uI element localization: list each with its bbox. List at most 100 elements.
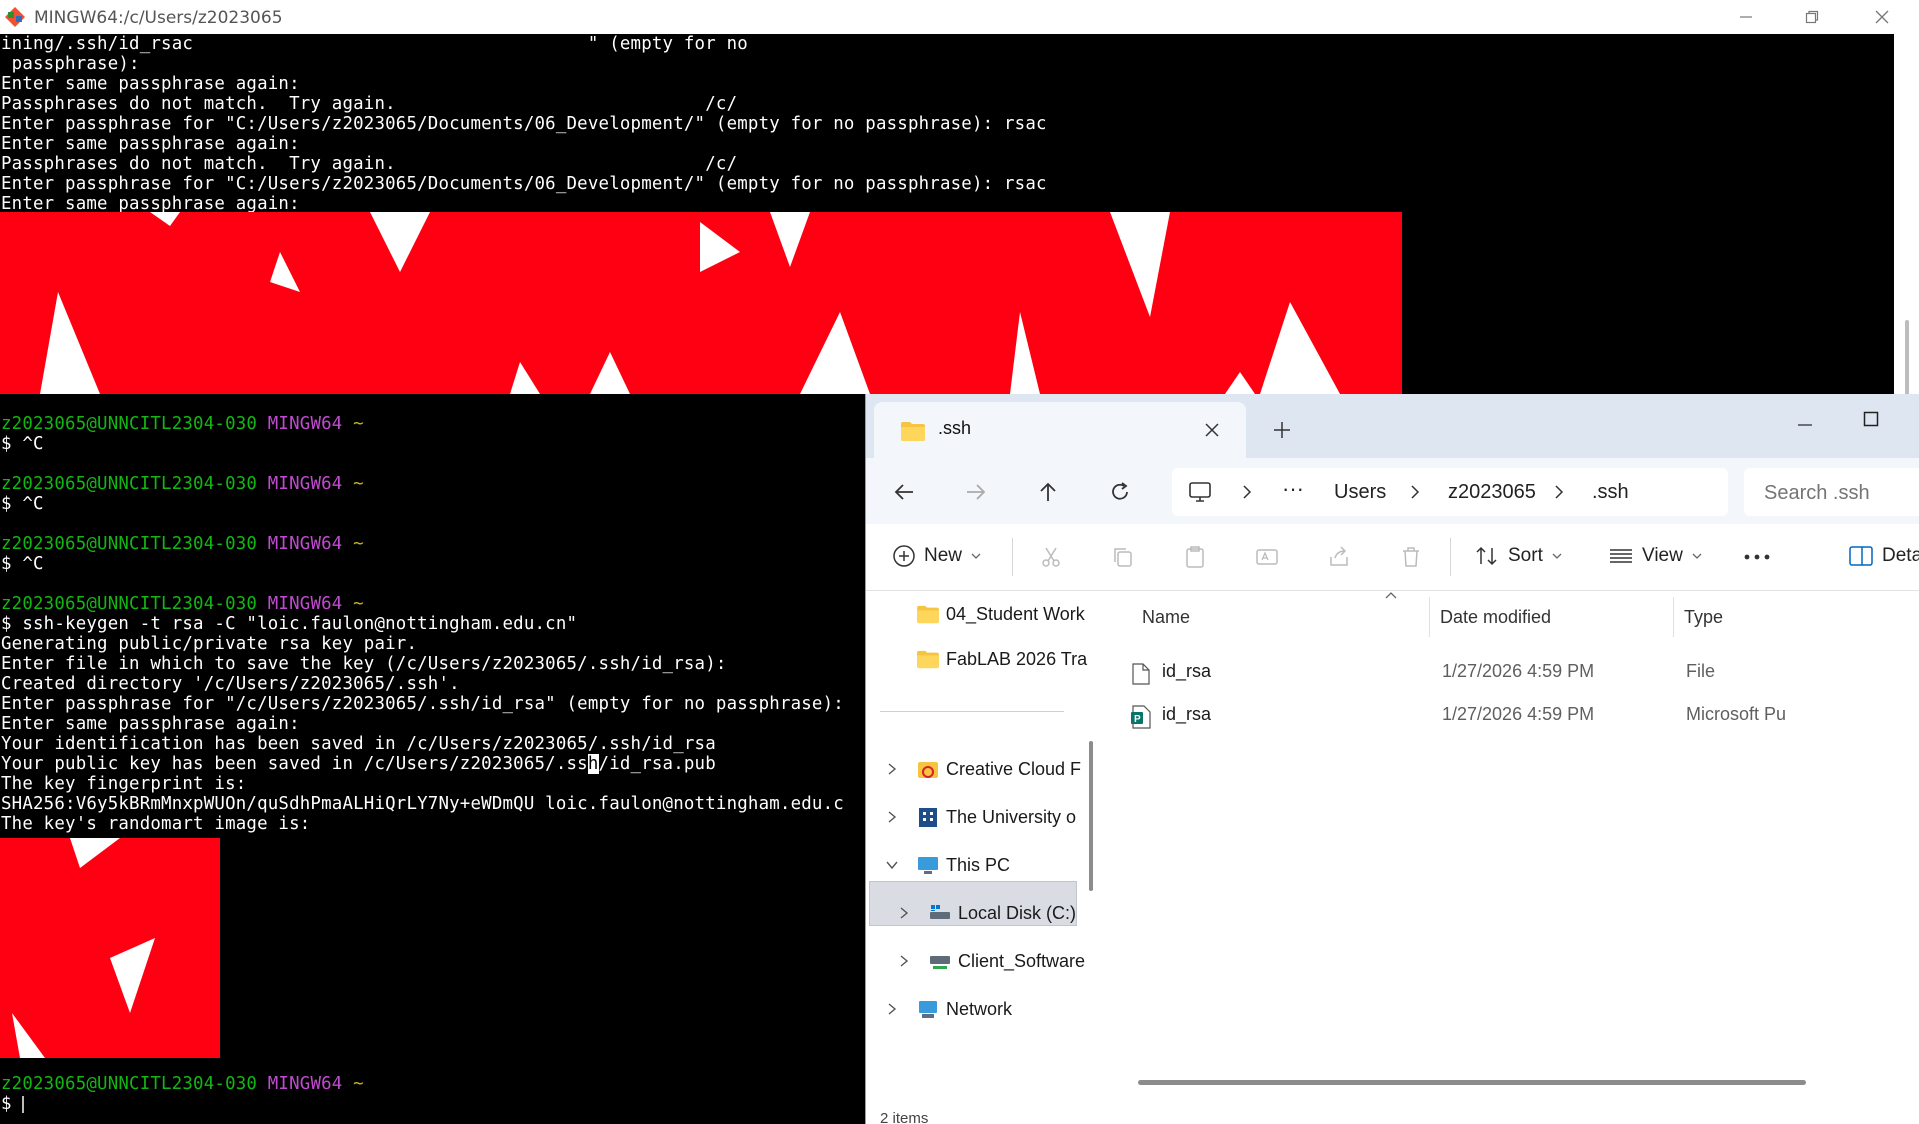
expand-chevron[interactable] (882, 807, 902, 827)
sort-button[interactable]: Sort (1474, 538, 1563, 574)
chevron-right-icon (1411, 485, 1420, 499)
share-icon (1330, 546, 1348, 566)
toolbar-divider (1012, 538, 1013, 576)
arrow-left-icon (894, 484, 913, 500)
paste-button[interactable] (1178, 540, 1212, 574)
terminal-line: Enter same passphrase again: (1, 194, 300, 214)
cut-button[interactable] (1034, 540, 1068, 574)
nav-pane-scrollbar[interactable] (1086, 591, 1096, 1124)
terminal-line: $ ^C (1, 494, 44, 514)
chevron-down-icon (971, 553, 981, 559)
explorer-minimize-icon[interactable] (1796, 416, 1814, 434)
collapse-chevron[interactable] (882, 855, 902, 875)
tab-ssh[interactable]: .ssh (874, 402, 1246, 458)
column-header-type[interactable]: Type (1684, 607, 1723, 628)
breadcrumb-ssh[interactable]: .ssh (1592, 481, 1629, 504)
explorer-maximize-icon[interactable] (1862, 410, 1880, 428)
search-box[interactable] (1744, 468, 1919, 516)
search-input[interactable] (1762, 479, 1916, 507)
nav-item-fablab[interactable]: FabLAB 2026 Tra (916, 639, 1087, 679)
close-button[interactable] (1862, 4, 1902, 30)
close-tab-icon[interactable] (1204, 422, 1220, 438)
scrollbar-thumb[interactable] (1089, 741, 1093, 891)
file-row[interactable]: id_rsa 1/27/2026 4:59 PM File (1104, 651, 1919, 693)
column-header-name[interactable]: Name (1142, 607, 1190, 628)
sort-ascending-icon (1385, 592, 1397, 599)
local-disk-label: Local Disk (C:) (928, 893, 1076, 933)
text-cursor: h (587, 754, 599, 774)
nav-item-network[interactable]: Network (916, 989, 1012, 1029)
navigation-pane: 04_Student Work FabLAB 2026 Tra Creative… (866, 591, 1087, 1124)
delete-button[interactable] (1394, 540, 1428, 574)
terminal-line: Enter passphrase for "C:/Users/z2023065/… (1, 114, 1047, 134)
column-divider[interactable] (1673, 597, 1674, 637)
plus-circle-icon (893, 545, 915, 567)
file-name: id_rsa (1162, 661, 1212, 681)
refresh-icon (1112, 482, 1128, 500)
back-button[interactable] (886, 474, 922, 510)
terminal-line: $ ^C (1, 434, 44, 454)
view-button[interactable]: View (1608, 538, 1703, 574)
details-button[interactable]: Deta (1848, 538, 1919, 574)
expand-chevron[interactable] (882, 759, 902, 779)
folder-icon (917, 650, 939, 669)
file-row[interactable]: P id_rsa 1/27/2026 4:59 PM Microsoft Pu (1104, 694, 1919, 736)
nav-item-university[interactable]: The University o (916, 797, 1076, 837)
chevron-right-icon (888, 763, 897, 775)
nav-item-this-pc[interactable]: This PC (916, 845, 1010, 885)
terminal-title-bar[interactable]: MINGW64:/c/Users/z2023065 (0, 0, 1919, 34)
forward-button[interactable] (958, 474, 994, 510)
expand-chevron[interactable] (894, 903, 914, 923)
terminal-prompt: z2023065@UNNCITL2304-030 MINGW64 ~ (1, 534, 364, 554)
building-icon (919, 808, 937, 827)
breadcrumb-overflow[interactable]: ··· (1282, 476, 1304, 502)
breadcrumb-user[interactable]: z2023065 (1448, 481, 1536, 504)
terminal-line: Enter same passphrase again: (1, 134, 300, 154)
file-type: File (1686, 661, 1716, 681)
share-button[interactable] (1322, 540, 1356, 574)
rename-button[interactable] (1250, 540, 1284, 574)
terminal-line: Passphrases do not match. Try again. /c/ (1, 94, 738, 114)
terminal-line: Your public key has been saved in /c/Use… (1, 754, 716, 774)
expand-chevron[interactable] (894, 951, 914, 971)
chevron-right-icon (888, 811, 897, 823)
rename-icon (1256, 549, 1278, 565)
publisher-file-icon: P (1131, 705, 1151, 729)
terminal-command: $ ssh-keygen -t rsa -C "loic.faulon@nott… (1, 614, 578, 634)
minimize-button[interactable] (1726, 4, 1766, 30)
network-icon (919, 1001, 937, 1018)
file-list: Name Date modified Type id_rsa 1/27/2026… (1104, 591, 1919, 1124)
column-divider[interactable] (1429, 597, 1430, 637)
terminal-line: Passphrases do not match. Try again. /c/ (1, 154, 738, 174)
terminal-line: Enter passphrase for "/c/Users/z2023065/… (1, 694, 844, 714)
copy-button[interactable] (1106, 540, 1140, 574)
copy-icon (1114, 548, 1132, 567)
breadcrumb-users[interactable]: Users (1334, 481, 1386, 504)
more-options-button[interactable] (1740, 540, 1774, 574)
git-bash-icon (5, 7, 25, 27)
view-label: View (1642, 545, 1683, 566)
terminal-input-line[interactable]: $ (1, 1094, 25, 1114)
file-explorer-window[interactable]: .ssh ··· Users z2023065 .ssh Search .ssh… (866, 394, 1919, 1124)
restore-button[interactable] (1792, 4, 1832, 30)
chevron-right-icon (1243, 485, 1252, 499)
up-button[interactable] (1030, 474, 1066, 510)
expand-chevron[interactable] (882, 999, 902, 1019)
address-bar[interactable]: ··· Users z2023065 .ssh (1172, 468, 1728, 516)
terminal-line: The key's randomart image is: (1, 814, 311, 834)
blinking-cursor (22, 1095, 25, 1113)
terminal-line: Enter passphrase for "C:/Users/z2023065/… (1, 174, 1047, 194)
scissors-icon (1042, 547, 1060, 567)
horizontal-scrollbar[interactable] (1138, 1080, 1806, 1085)
nav-item-creative-cloud[interactable]: Creative Cloud F (916, 749, 1081, 789)
new-button[interactable]: New (892, 538, 982, 574)
refresh-button[interactable] (1102, 474, 1138, 510)
terminal-prompt: z2023065@UNNCITL2304-030 MINGW64 ~ (1, 474, 364, 494)
nav-item-client-software[interactable]: Client_Software (928, 941, 1085, 981)
nav-item-student-work[interactable]: 04_Student Work (916, 594, 1085, 634)
file-type: Microsoft Pu (1686, 704, 1787, 724)
chevron-down-icon (1552, 553, 1562, 559)
column-header-date[interactable]: Date modified (1440, 607, 1551, 628)
new-tab-icon[interactable] (1272, 420, 1292, 440)
terminal-line: SHA256:V6y5kBRmMnxpWUOn/quSdhPmaALHiQrLY… (1, 794, 844, 814)
